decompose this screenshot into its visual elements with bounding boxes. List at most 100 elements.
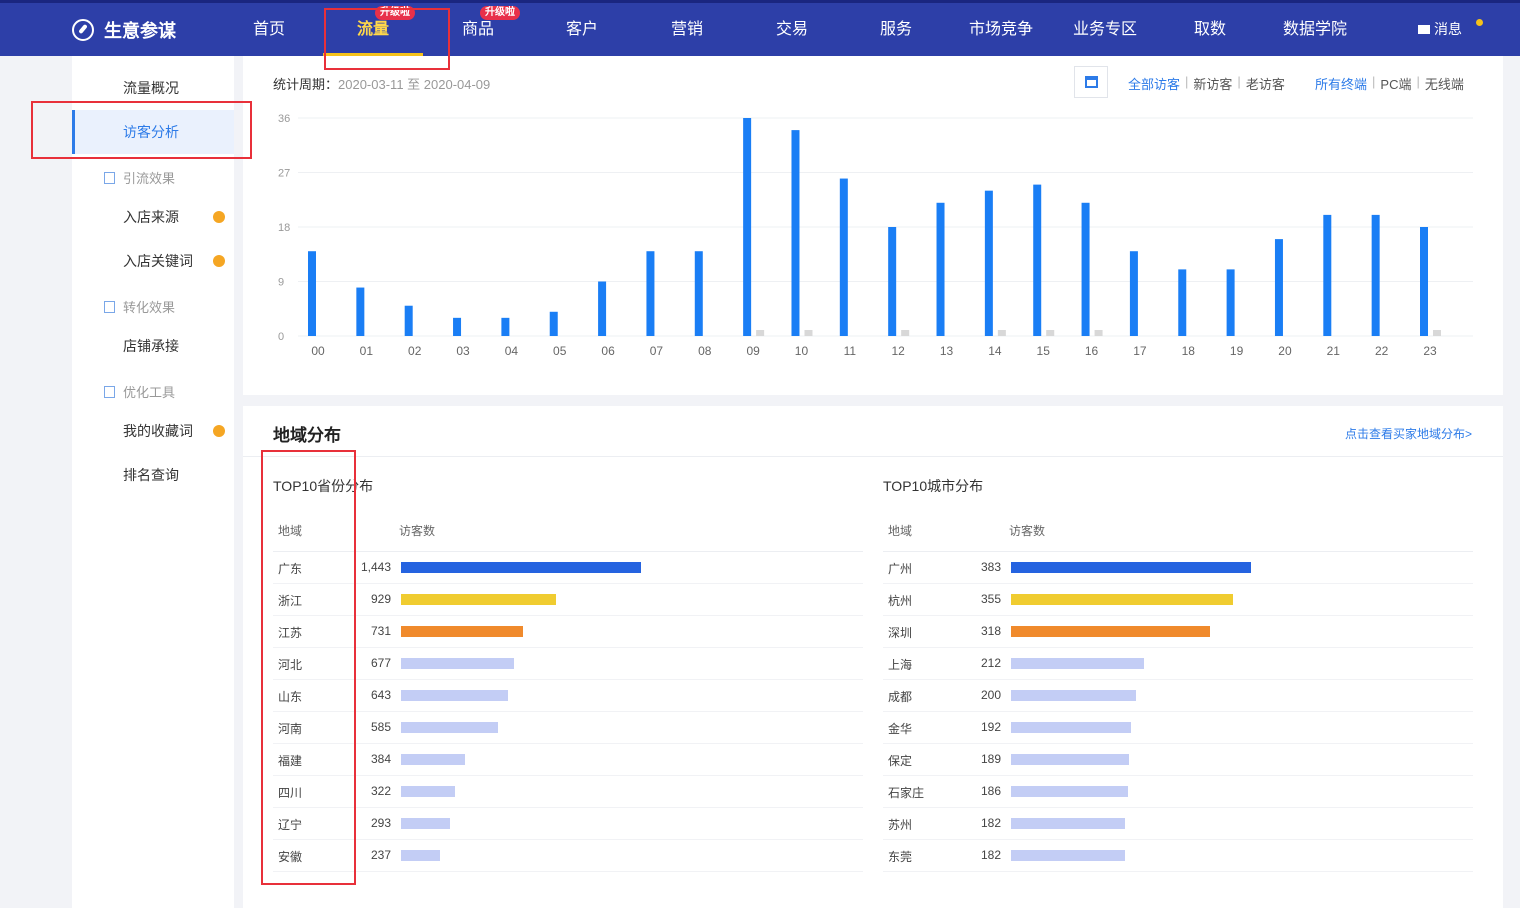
nav-item-1[interactable]: 流量 升级啦 — [323, 3, 423, 56]
bar-secondary-12[interactable] — [901, 330, 910, 336]
visitor-count: 383 — [980, 560, 1001, 574]
nav-item-9[interactable]: 取数 — [1160, 3, 1260, 56]
bar-04[interactable] — [501, 317, 510, 336]
bar-07[interactable] — [646, 251, 655, 336]
bar-08[interactable] — [694, 251, 703, 336]
sidebar-item-label: 排名查询 — [123, 467, 179, 483]
bar-23[interactable] — [1420, 227, 1428, 336]
region-name: 四川 — [278, 786, 303, 800]
table-row[interactable]: 保定 189 — [883, 744, 1473, 776]
sidebar-item-1[interactable]: 访客分析 — [72, 110, 234, 154]
envelope-icon — [1418, 25, 1430, 34]
visitor-bar — [401, 850, 441, 861]
bar-03[interactable] — [453, 317, 462, 336]
bar-secondary-16[interactable] — [1094, 330, 1103, 336]
table-row[interactable]: 江苏 731 — [273, 616, 863, 648]
bar-01[interactable] — [356, 287, 365, 336]
bar-13[interactable] — [936, 202, 945, 336]
bar-20[interactable] — [1274, 239, 1283, 336]
table-row[interactable]: 成都 200 — [883, 680, 1473, 712]
table-row[interactable]: 山东 643 — [273, 680, 863, 712]
y-tick-label: 0 — [278, 331, 284, 343]
table-row[interactable]: 浙江 929 — [273, 584, 863, 616]
visitor-bar — [401, 786, 455, 797]
col-visitors: 访客数 — [1009, 524, 1046, 538]
table-row[interactable]: 石家庄 186 — [883, 776, 1473, 808]
x-tick-label: 04 — [505, 344, 519, 358]
nav-item-8[interactable]: 业务专区 — [1055, 3, 1155, 56]
nav-item-5[interactable]: 交易 — [742, 3, 842, 56]
building-icon — [104, 300, 115, 313]
sidebar-item-3[interactable]: 入店关键词 — [72, 239, 234, 283]
sidebar-item-6[interactable]: 排名查询 — [72, 453, 234, 497]
table-row[interactable]: 河北 677 — [273, 648, 863, 680]
nav-item-3[interactable]: 客户 — [532, 3, 632, 56]
bar-secondary-15[interactable] — [1046, 330, 1055, 336]
bar-14[interactable] — [984, 190, 993, 336]
nav-item-0[interactable]: 首页 — [219, 3, 319, 56]
bar-19[interactable] — [1226, 269, 1235, 336]
x-tick-label: 00 — [311, 344, 325, 358]
nav-item-10[interactable]: 数据学院 — [1265, 3, 1365, 56]
bar-12[interactable] — [888, 227, 897, 336]
col-region: 地域 — [888, 524, 913, 538]
sidebar-item-5[interactable]: 我的收藏词 — [72, 409, 234, 453]
bar-17[interactable] — [1129, 251, 1138, 336]
visitor-count: 182 — [980, 816, 1001, 830]
visitor-bar — [1011, 658, 1144, 669]
bar-00[interactable] — [308, 251, 316, 336]
sidebar-item-2[interactable]: 入店来源 — [72, 195, 234, 239]
nav-item-2[interactable]: 商品 升级啦 — [428, 3, 528, 56]
table-row[interactable]: 杭州 355 — [883, 584, 1473, 616]
sidebar-item-label: 入店关键词 — [123, 253, 193, 269]
visitor-count: 189 — [980, 752, 1001, 766]
table-row[interactable]: 苏州 182 — [883, 808, 1473, 840]
visitor-count: 318 — [980, 624, 1001, 638]
table-row[interactable]: 四川 322 — [273, 776, 863, 808]
table-row[interactable]: 东莞 182 — [883, 840, 1473, 872]
bar-21[interactable] — [1323, 214, 1332, 336]
visitor-bar — [1011, 626, 1211, 637]
table-row[interactable]: 金华 192 — [883, 712, 1473, 744]
bar-secondary-23[interactable] — [1433, 330, 1441, 336]
nav-item-7[interactable]: 市场竞争 — [951, 3, 1051, 56]
visitor-bar — [401, 658, 514, 669]
table-row[interactable]: 上海 212 — [883, 648, 1473, 680]
bar-18[interactable] — [1178, 269, 1187, 336]
bar-secondary-14[interactable] — [997, 330, 1006, 336]
table-row[interactable]: 河南 585 — [273, 712, 863, 744]
message-button[interactable]: 消息 — [1418, 3, 1462, 56]
buyer-region-link[interactable]: 点击查看买家地域分布> — [1345, 425, 1472, 442]
table-row[interactable]: 福建 384 — [273, 744, 863, 776]
visitor-bar — [1011, 562, 1251, 573]
bar-11[interactable] — [839, 178, 848, 336]
bar-10[interactable] — [791, 130, 800, 336]
bar-secondary-09[interactable] — [756, 330, 765, 336]
visitor-count: 731 — [370, 624, 391, 638]
bar-secondary-10[interactable] — [804, 330, 813, 336]
sidebar-item-0[interactable]: 流量概况 — [72, 66, 234, 110]
bar-09[interactable] — [743, 118, 752, 336]
table-row[interactable]: 辽宁 293 — [273, 808, 863, 840]
brand-logo[interactable]: 生意参谋 — [72, 17, 176, 43]
region-name: 苏州 — [888, 818, 913, 832]
nav-item-4[interactable]: 营销 — [637, 3, 737, 56]
table-row[interactable]: 深圳 318 — [883, 616, 1473, 648]
bar-06[interactable] — [598, 281, 607, 337]
x-tick-label: 07 — [650, 344, 664, 358]
nav-item-label: 营销 — [670, 21, 703, 38]
bar-05[interactable] — [549, 311, 558, 336]
table-row[interactable]: 广州 383 — [883, 552, 1473, 584]
bar-16[interactable] — [1081, 202, 1090, 336]
bar-22[interactable] — [1371, 214, 1380, 336]
bar-02[interactable] — [404, 305, 413, 336]
table-row[interactable]: 安徽 237 — [273, 840, 863, 872]
nav-item-6[interactable]: 服务 — [846, 3, 946, 56]
nav-item-label: 市场竞争 — [968, 21, 1033, 38]
brand-name: 生意参谋 — [104, 21, 176, 41]
table-row[interactable]: 广东 1,443 — [273, 552, 863, 584]
visitor-count: 186 — [980, 784, 1001, 798]
sidebar-item-4[interactable]: 店铺承接 — [72, 324, 234, 368]
building-icon — [104, 385, 115, 398]
bar-15[interactable] — [1033, 184, 1042, 336]
